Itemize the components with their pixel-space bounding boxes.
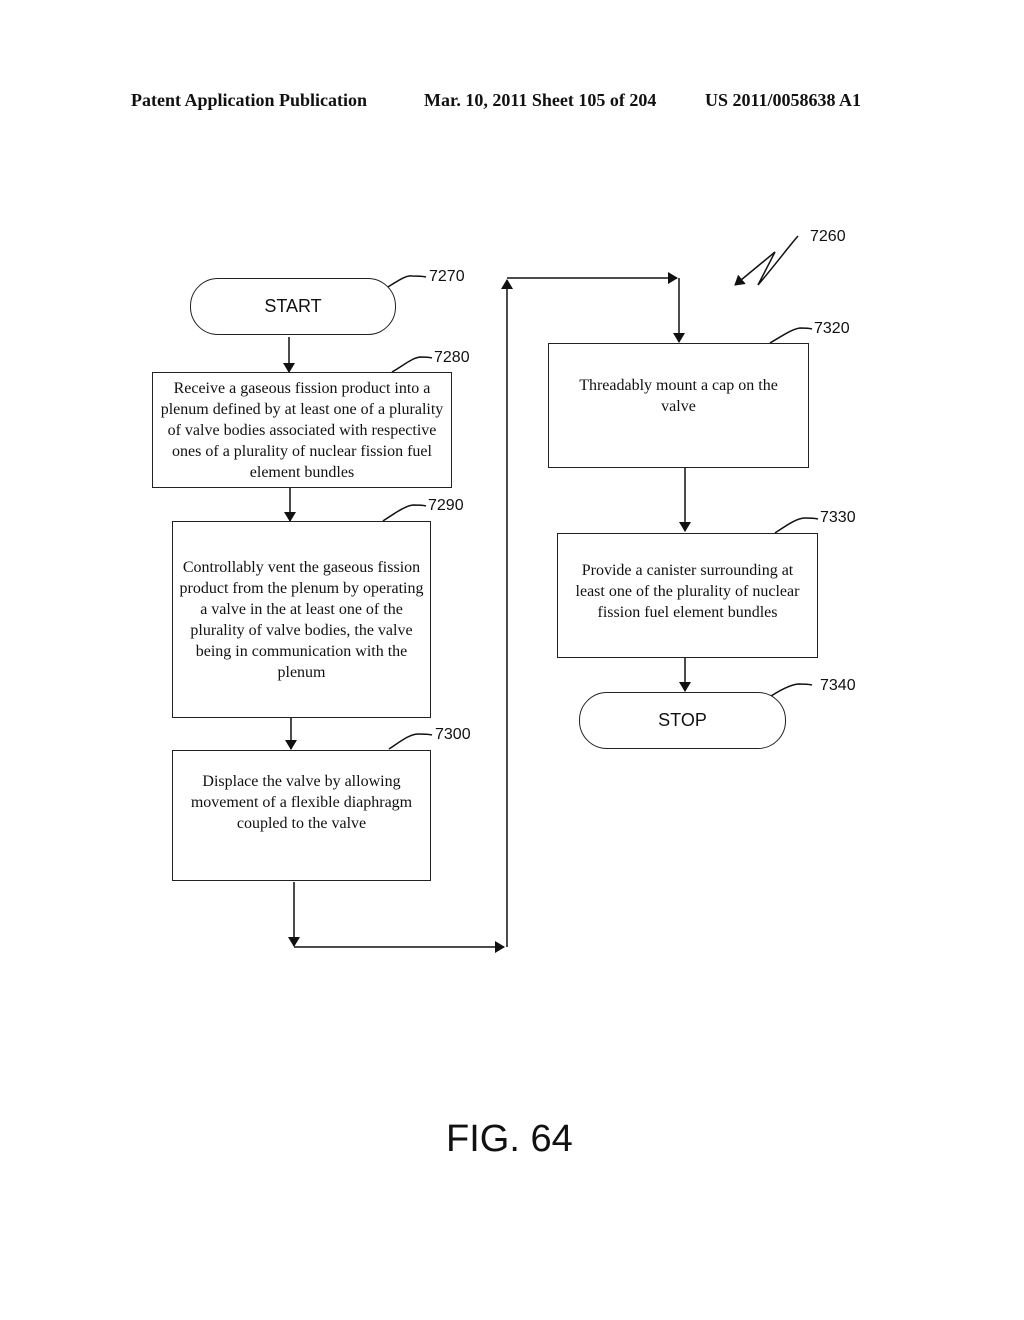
leader-7320 [769,327,813,344]
ref-7290: 7290 [428,497,464,514]
stop-terminal: STOP [579,692,786,749]
ref-7330: 7330 [820,509,856,526]
figure-reference-number: 7260 [810,228,846,245]
leader-7290 [382,504,427,522]
step-box-7290: Controllably vent the gaseous fission pr… [172,521,431,718]
leader-7340 [767,683,813,699]
leader-7280 [391,356,433,373]
step-box-7300: Displace the valve by allowing movement … [172,750,431,881]
start-terminal: START [190,278,396,335]
leader-7300 [388,733,433,750]
leader-7330 [774,517,819,534]
ref-7300: 7300 [435,726,471,743]
step-box-7320: Threadably mount a cap on the valve [548,343,809,468]
leader-7260 [734,235,799,286]
step-box-7280: Receive a gaseous fission product into a… [152,372,452,488]
ref-7270: 7270 [429,268,465,285]
ref-7280: 7280 [434,349,470,366]
ref-7320: 7320 [814,320,850,337]
figure-label: FIG. 64 [446,1118,573,1160]
ref-7340: 7340 [820,677,856,694]
step-box-7330: Provide a canister surrounding at least … [557,533,818,658]
